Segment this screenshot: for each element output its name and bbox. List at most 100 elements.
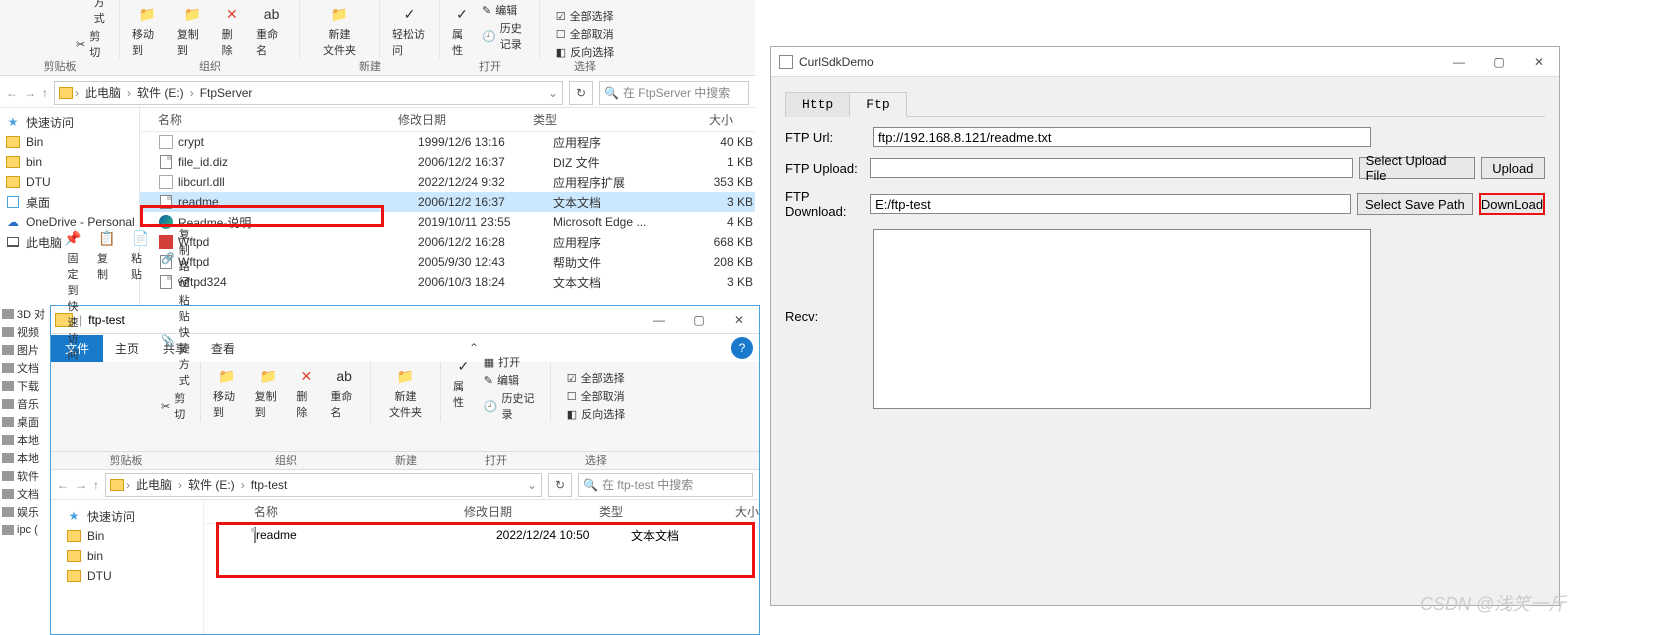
- chevron-down-icon[interactable]: ⌄: [548, 86, 558, 100]
- tree-item[interactable]: ★快速访问: [51, 506, 203, 526]
- nav-up-icon[interactable]: ↑: [42, 86, 48, 100]
- col-type[interactable]: 类型: [533, 111, 653, 128]
- maximize-button[interactable]: ▢: [1479, 48, 1519, 76]
- breadcrumb[interactable]: › 此电脑› 软件 (E:)› ftp-test ⌄: [105, 473, 542, 497]
- ribbon2-select-none[interactable]: ☐ 全部取消: [567, 388, 625, 404]
- tree-item[interactable]: Bin: [51, 526, 203, 546]
- ribbon-rename[interactable]: ab重命名: [252, 2, 291, 60]
- close-button[interactable]: ✕: [1519, 48, 1559, 76]
- ribbon2-history[interactable]: 🕘 历史记录: [484, 390, 542, 422]
- ribbon2-copyto[interactable]: 📁复制到: [251, 364, 287, 422]
- ribbon2-copy[interactable]: 📋复制: [93, 226, 121, 422]
- ribbon-properties[interactable]: ✓属性: [448, 2, 476, 60]
- far-left-item[interactable]: 娱乐: [0, 503, 50, 521]
- ribbon2-newfolder[interactable]: 📁新建 文件夹: [385, 364, 426, 422]
- far-left-item[interactable]: 图片: [0, 341, 50, 359]
- ribbon2-open[interactable]: ▦ 打开: [484, 354, 542, 370]
- ribbon2-rename[interactable]: ab重命名: [326, 364, 362, 422]
- minimize-button[interactable]: —: [1439, 48, 1479, 76]
- far-left-item[interactable]: 音乐: [0, 395, 50, 413]
- tree-item[interactable]: 桌面: [0, 192, 139, 212]
- reload-button[interactable]: ↻: [548, 473, 572, 497]
- tree-item[interactable]: DTU: [51, 566, 203, 586]
- select-save-path-button[interactable]: Select Save Path: [1357, 193, 1473, 215]
- tab-view[interactable]: 查看: [199, 335, 247, 362]
- ribbon-copyto[interactable]: 📁复制到: [173, 2, 212, 60]
- ribbon2-select-all[interactable]: ☑ 全部选择: [567, 370, 625, 386]
- chevron-up-icon[interactable]: ⌃: [469, 341, 479, 355]
- ftp-upload-input[interactable]: [870, 158, 1352, 178]
- file-row[interactable]: libcurl.dll2022/12/24 9:32应用程序扩展353 KB: [140, 172, 755, 192]
- chevron-down-icon[interactable]: ⌄: [527, 478, 537, 492]
- file-row[interactable]: Wftpd2005/9/30 12:43帮助文件208 KB: [140, 252, 755, 272]
- crumb-folder[interactable]: FtpServer: [196, 86, 257, 100]
- ribbon-moveto[interactable]: 📁移动到: [128, 2, 167, 60]
- close-button[interactable]: ✕: [719, 306, 759, 334]
- select-upload-file-button[interactable]: Select Upload File: [1359, 157, 1475, 179]
- tab-ftp[interactable]: Ftp: [849, 92, 906, 117]
- upload-button[interactable]: Upload: [1481, 157, 1545, 179]
- download-button[interactable]: DownLoad: [1479, 193, 1545, 215]
- far-left-item[interactable]: 本地: [0, 431, 50, 449]
- file-row[interactable]: crypt1999/12/6 13:16应用程序40 KB: [140, 132, 755, 152]
- far-left-item[interactable]: ipc (: [0, 521, 50, 539]
- ribbon-easy[interactable]: ✓轻松访问: [388, 2, 431, 60]
- far-left-item[interactable]: 软件: [0, 467, 50, 485]
- search-input[interactable]: 🔍 在 FtpServer 中搜索: [599, 81, 749, 105]
- ribbon2-delete[interactable]: ✕删除: [292, 364, 320, 422]
- minimize-button[interactable]: —: [639, 306, 679, 334]
- maximize-button[interactable]: ▢: [679, 306, 719, 334]
- ribbon2-paste[interactable]: 📄粘贴: [127, 226, 155, 422]
- ribbon-select-none[interactable]: ☐ 全部取消: [556, 26, 614, 42]
- ribbon-delete[interactable]: ✕删除: [218, 2, 247, 60]
- breadcrumb[interactable]: › 此电脑› 软件 (E:)› FtpServer ⌄: [54, 81, 563, 105]
- search-input[interactable]: 🔍 在 ftp-test 中搜索: [578, 473, 753, 497]
- far-left-item[interactable]: 本地: [0, 449, 50, 467]
- ribbon2-paste-sc[interactable]: 📎 粘贴快捷方式: [161, 292, 192, 388]
- ribbon2-copypath[interactable]: 🔗 复制路径: [161, 226, 192, 290]
- nav-back-icon[interactable]: ←: [6, 86, 18, 100]
- col-size[interactable]: 大小: [653, 111, 733, 128]
- ribbon-cut[interactable]: ✂ 剪切: [76, 28, 111, 60]
- ftp-download-input[interactable]: [870, 194, 1351, 214]
- tree-item[interactable]: Bin: [0, 132, 139, 152]
- far-left-item[interactable]: 3D 对: [0, 305, 50, 323]
- far-left-item[interactable]: 文档: [0, 359, 50, 377]
- tree-item[interactable]: DTU: [0, 172, 139, 192]
- ribbon-copy[interactable]: 📋复制: [8, 0, 36, 60]
- ribbon2-edit[interactable]: ✎ 编辑: [484, 372, 542, 388]
- crumb-drive[interactable]: 软件 (E:): [133, 84, 188, 101]
- file-row[interactable]: Wftpd2006/12/2 16:28应用程序668 KB: [140, 232, 755, 252]
- ribbon-newfolder[interactable]: 📁新建 文件夹: [319, 2, 360, 60]
- nav-up-icon[interactable]: ↑: [93, 478, 99, 492]
- file-row-readme[interactable]: readme 2022/12/24 10:50 文本文档: [204, 524, 759, 546]
- reload-button[interactable]: ↻: [569, 81, 593, 105]
- ribbon-edit[interactable]: ✎ 编辑: [482, 2, 531, 18]
- recv-textarea[interactable]: [873, 229, 1371, 409]
- tree-item[interactable]: ★快速访问: [0, 112, 139, 132]
- far-left-item[interactable]: 下载: [0, 377, 50, 395]
- far-left-item[interactable]: 桌面: [0, 413, 50, 431]
- tab-http[interactable]: Http: [785, 92, 850, 117]
- help-button[interactable]: ?: [731, 337, 753, 359]
- col-date[interactable]: 修改日期: [398, 111, 533, 128]
- far-left-item[interactable]: 文档: [0, 485, 50, 503]
- far-left-item[interactable]: 视频: [0, 323, 50, 341]
- ribbon2-moveto[interactable]: 📁移动到: [209, 364, 245, 422]
- ribbon-history[interactable]: 🕘 历史记录: [482, 20, 531, 52]
- ribbon-paste[interactable]: 📄粘贴: [42, 0, 70, 60]
- nav-fwd-icon[interactable]: →: [75, 478, 87, 492]
- ribbon-paste-shortcut[interactable]: 📎 粘贴快捷方式: [76, 0, 111, 26]
- ribbon2-invert[interactable]: ◧ 反向选择: [567, 406, 625, 422]
- file-row[interactable]: readme2006/12/2 16:37文本文档3 KB: [140, 192, 755, 212]
- ribbon2-cut[interactable]: ✂ 剪切: [161, 390, 192, 422]
- file-row[interactable]: file_id.diz2006/12/2 16:37DIZ 文件1 KB: [140, 152, 755, 172]
- ribbon2-properties[interactable]: ✓属性: [449, 354, 478, 422]
- ribbon-select-all[interactable]: ☑ 全部选择: [556, 8, 614, 24]
- file-row[interactable]: Readme-说明2019/10/11 23:55Microsoft Edge …: [140, 212, 755, 232]
- tree-item[interactable]: bin: [51, 546, 203, 566]
- nav-back-icon[interactable]: ←: [57, 478, 69, 492]
- tree-item[interactable]: bin: [0, 152, 139, 172]
- ftp-url-input[interactable]: [873, 127, 1371, 147]
- nav-fwd-icon[interactable]: →: [24, 86, 36, 100]
